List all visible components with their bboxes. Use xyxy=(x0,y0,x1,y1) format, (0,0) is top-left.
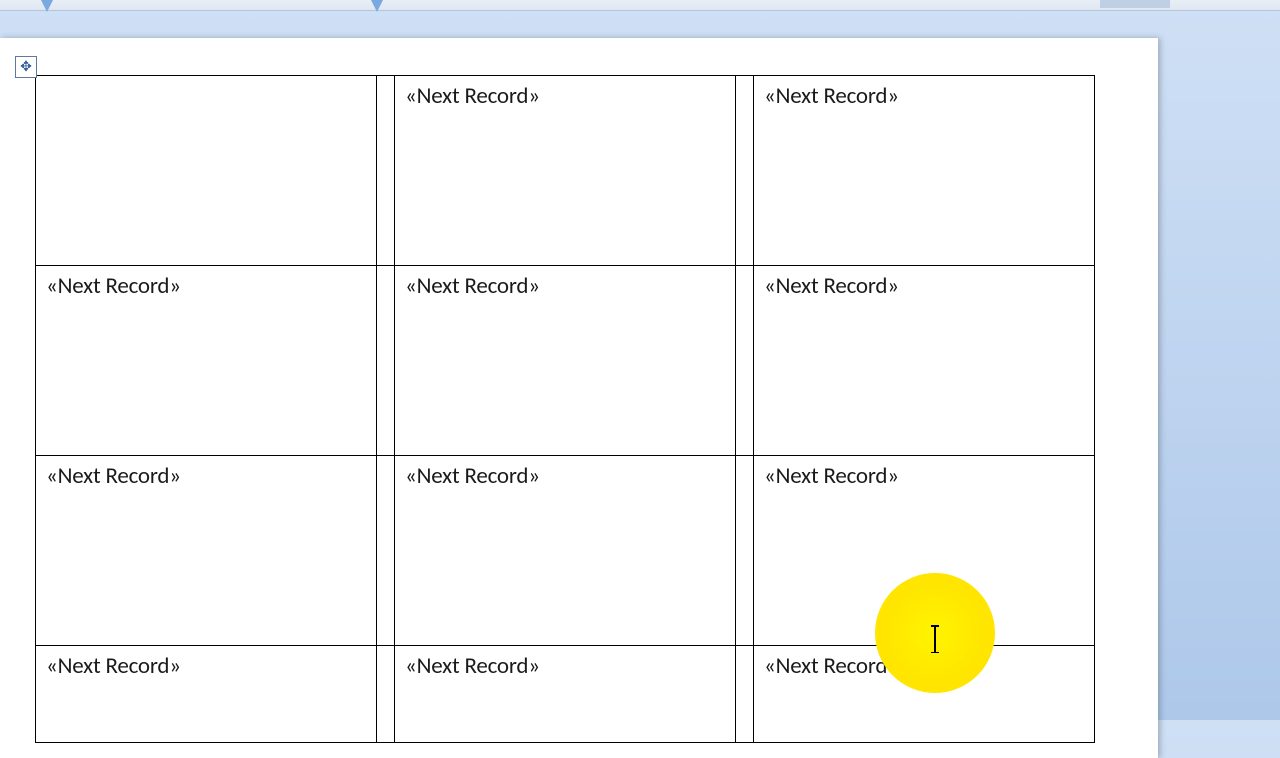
merge-field: «Next Record» xyxy=(405,652,540,680)
indent-marker-right[interactable] xyxy=(370,0,384,12)
table-move-handle[interactable] xyxy=(15,56,37,78)
merge-field: «Next Record» xyxy=(46,652,181,680)
label-cell[interactable]: «Next Record» xyxy=(36,646,377,743)
label-cell[interactable]: «Next Record» xyxy=(395,646,736,743)
label-cell[interactable] xyxy=(36,76,377,266)
label-cell[interactable]: «Next Record» xyxy=(395,266,736,456)
label-gap xyxy=(376,266,394,456)
merge-field: «Next Record» xyxy=(405,462,540,490)
ruler[interactable] xyxy=(0,0,1280,11)
merge-field: «Next Record» xyxy=(764,272,899,300)
label-cell[interactable]: «Next Record» xyxy=(754,646,1095,743)
label-table[interactable]: «Next Record» «Next Record» «Next Record… xyxy=(35,75,1095,743)
merge-field: «Next Record» xyxy=(46,272,181,300)
table-row: «Next Record» «Next Record» «Next Record… xyxy=(36,266,1095,456)
merge-field: «Next Record» xyxy=(764,652,899,680)
label-cell[interactable]: «Next Record» xyxy=(754,456,1095,646)
label-gap xyxy=(735,646,753,743)
indent-marker-left[interactable] xyxy=(40,0,54,12)
label-gap xyxy=(376,76,394,266)
merge-field: «Next Record» xyxy=(764,82,899,110)
label-cell[interactable]: «Next Record» xyxy=(754,76,1095,266)
label-gap xyxy=(376,456,394,646)
merge-field: «Next Record» xyxy=(46,462,181,490)
label-gap xyxy=(735,266,753,456)
label-cell[interactable]: «Next Record» xyxy=(395,456,736,646)
label-gap xyxy=(735,456,753,646)
table-row: «Next Record» «Next Record» «Next Record… xyxy=(36,646,1095,743)
label-cell[interactable]: «Next Record» xyxy=(36,456,377,646)
merge-field: «Next Record» xyxy=(405,82,540,110)
label-gap xyxy=(376,646,394,743)
merge-field: «Next Record» xyxy=(405,272,540,300)
ruler-margin-block xyxy=(1100,0,1170,8)
label-cell[interactable]: «Next Record» xyxy=(36,266,377,456)
merge-field: «Next Record» xyxy=(764,462,899,490)
label-gap xyxy=(735,76,753,266)
label-cell[interactable]: «Next Record» xyxy=(395,76,736,266)
label-cell[interactable]: «Next Record» xyxy=(754,266,1095,456)
table-row: «Next Record» «Next Record» «Next Record… xyxy=(36,456,1095,646)
table-row: «Next Record» «Next Record» xyxy=(36,76,1095,266)
text-caret xyxy=(934,625,936,653)
